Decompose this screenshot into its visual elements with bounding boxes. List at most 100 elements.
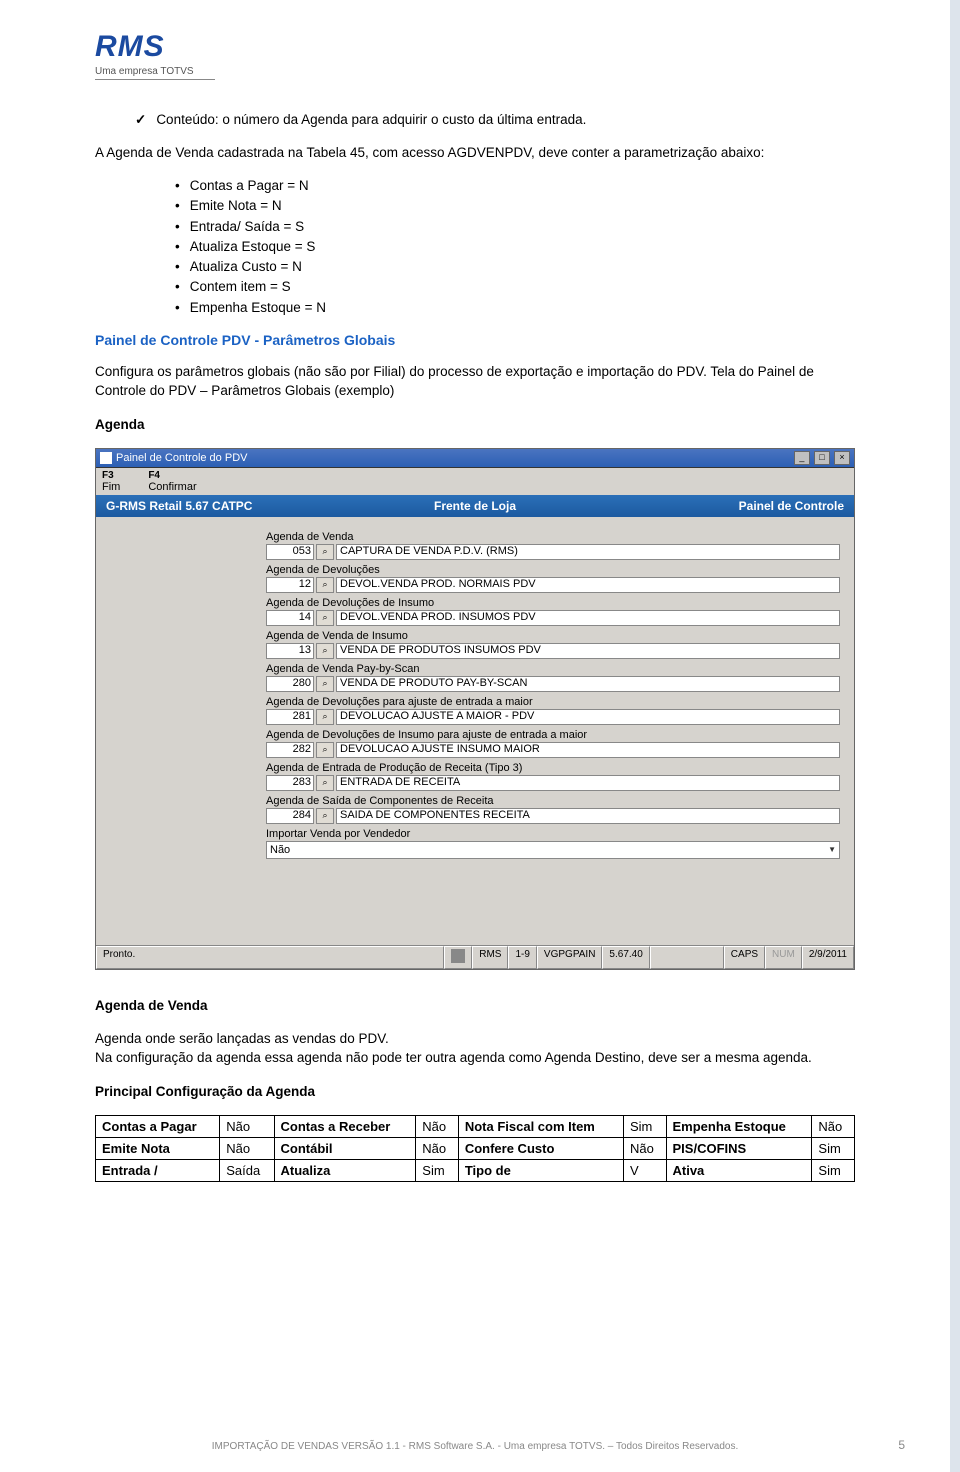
desc-input[interactable]: ENTRADA DE RECEITA <box>336 775 840 791</box>
disk-icon <box>451 949 465 963</box>
param-item: Atualiza Custo = N <box>175 257 855 277</box>
field-row: Agenda de Devoluções 12 ⌕ DEVOL.VENDA PR… <box>266 564 840 593</box>
field-row: Agenda de Saída de Componentes de Receit… <box>266 795 840 824</box>
field-row: Agenda de Devoluções de Insumo para ajus… <box>266 729 840 758</box>
cfg-label: Contábil <box>274 1137 416 1159</box>
cfg-value: Não <box>220 1115 274 1137</box>
cfg-label: Empenha Estoque <box>666 1115 812 1137</box>
code-input[interactable]: 280 <box>266 676 314 692</box>
table-row: Contas a Pagar Não Contas a Receber Não … <box>96 1115 855 1137</box>
table-row: Entrada / Saída Atualiza Sim Tipo de V A… <box>96 1159 855 1181</box>
cfg-value: Sim <box>416 1159 459 1181</box>
status-prog: VGPGPAIN <box>537 946 603 969</box>
para-agenda-venda-2: Na configuração da agenda essa agenda nã… <box>95 1048 855 1068</box>
desc-input[interactable]: SAIDA DE COMPONENTES RECEITA <box>336 808 840 824</box>
paragraph-intro: A Agenda de Venda cadastrada na Tabela 4… <box>95 143 855 163</box>
code-input[interactable]: 12 <box>266 577 314 593</box>
menu-label: Fim <box>102 481 120 493</box>
heading-principal-cfg: Principal Configuração da Agenda <box>95 1082 855 1102</box>
param-list: Contas a Pagar = N Emite Nota = N Entrad… <box>175 176 855 318</box>
code-input[interactable]: 13 <box>266 643 314 659</box>
config-table: Contas a Pagar Não Contas a Receber Não … <box>95 1115 855 1182</box>
lookup-icon[interactable]: ⌕ <box>316 676 334 692</box>
param-item: Atualiza Estoque = S <box>175 237 855 257</box>
heading-agenda-venda: Agenda de Venda <box>95 996 855 1016</box>
code-input[interactable]: 14 <box>266 610 314 626</box>
desc-input[interactable]: CAPTURA DE VENDA P.D.V. (RMS) <box>336 544 840 560</box>
code-input[interactable]: 284 <box>266 808 314 824</box>
param-item: Contem item = S <box>175 277 855 297</box>
field-label: Agenda de Saída de Componentes de Receit… <box>266 795 840 807</box>
code-input[interactable]: 282 <box>266 742 314 758</box>
context-bar: G-RMS Retail 5.67 CATPC Frente de Loja P… <box>96 495 854 517</box>
cfg-value: Não <box>812 1115 855 1137</box>
code-input[interactable]: 053 <box>266 544 314 560</box>
minimize-button[interactable]: _ <box>794 451 810 465</box>
field-row: Agenda de Devoluções para ajuste de entr… <box>266 696 840 725</box>
cfg-label: Confere Custo <box>458 1137 623 1159</box>
context-right: Painel de Controle <box>598 499 844 513</box>
cfg-value: Sim <box>812 1159 855 1181</box>
desc-input[interactable]: DEVOL.VENDA PROD. NORMAIS PDV <box>336 577 840 593</box>
field-label: Agenda de Venda Pay-by-Scan <box>266 663 840 675</box>
cfg-value: Sim <box>623 1115 666 1137</box>
desc-input[interactable]: VENDA DE PRODUTO PAY-BY-SCAN <box>336 676 840 692</box>
cfg-value: Não <box>220 1137 274 1159</box>
param-item: Empenha Estoque = N <box>175 298 855 318</box>
cfg-label: Contas a Pagar <box>96 1115 220 1137</box>
field-row: Agenda de Devoluções de Insumo 14 ⌕ DEVO… <box>266 597 840 626</box>
field-row: Agenda de Venda 053 ⌕ CAPTURA DE VENDA P… <box>266 531 840 560</box>
section-heading-painel: Painel de Controle PDV - Parâmetros Glob… <box>95 332 855 348</box>
lookup-icon[interactable]: ⌕ <box>316 643 334 659</box>
cfg-value: Não <box>416 1115 459 1137</box>
desc-input[interactable]: DEVOL.VENDA PROD. INSUMOS PDV <box>336 610 840 626</box>
cfg-value: Saída <box>220 1159 274 1181</box>
lookup-icon[interactable]: ⌕ <box>316 610 334 626</box>
page-number: 5 <box>898 1438 905 1452</box>
select-value: Não <box>270 844 290 856</box>
param-item: Entrada/ Saída = S <box>175 217 855 237</box>
close-button[interactable]: × <box>834 451 850 465</box>
field-label: Agenda de Venda <box>266 531 840 543</box>
field-label: Agenda de Devoluções de Insumo para ajus… <box>266 729 840 741</box>
table-row: Emite Nota Não Contábil Não Confere Cust… <box>96 1137 855 1159</box>
cfg-label: Emite Nota <box>96 1137 220 1159</box>
code-input[interactable]: 283 <box>266 775 314 791</box>
page-footer: IMPORTAÇÃO DE VENDAS VERSÃO 1.1 - RMS So… <box>0 1441 950 1452</box>
cfg-value: Não <box>623 1137 666 1159</box>
desc-input[interactable]: VENDA DE PRODUTOS INSUMOS PDV <box>336 643 840 659</box>
desc-input[interactable]: DEVOLUCAO AJUSTE A MAIOR - PDV <box>336 709 840 725</box>
select-importar[interactable]: Não <box>266 841 840 859</box>
menu-label: Confirmar <box>148 481 196 493</box>
window-title: Painel de Controle do PDV <box>116 452 247 464</box>
check-list: Conteúdo: o número da Agenda para adquir… <box>135 110 855 130</box>
logo-subtitle: Uma empresa TOTVS <box>95 66 855 77</box>
form-body: Agenda de Venda 053 ⌕ CAPTURA DE VENDA P… <box>96 517 854 945</box>
cfg-label: PIS/COFINS <box>666 1137 812 1159</box>
code-input[interactable]: 281 <box>266 709 314 725</box>
logo-block: RMS Uma empresa TOTVS <box>95 30 855 80</box>
param-item: Contas a Pagar = N <box>175 176 855 196</box>
lookup-icon[interactable]: ⌕ <box>316 742 334 758</box>
field-label: Agenda de Venda de Insumo <box>266 630 840 642</box>
cfg-label: Atualiza <box>274 1159 416 1181</box>
lookup-icon[interactable]: ⌕ <box>316 544 334 560</box>
menu-fim[interactable]: F3 Fim <box>102 470 120 493</box>
field-row: Agenda de Entrada de Produção de Receita… <box>266 762 840 791</box>
status-ver: 5.67.40 <box>602 946 649 969</box>
lookup-icon[interactable]: ⌕ <box>316 775 334 791</box>
status-bar: Pronto. RMS 1-9 VGPGPAIN 5.67.40 CAPS NU… <box>96 945 854 969</box>
window-titlebar: Painel de Controle do PDV _ □ × <box>96 449 854 468</box>
window-buttons: _ □ × <box>793 451 850 465</box>
lookup-icon[interactable]: ⌕ <box>316 709 334 725</box>
maximize-button[interactable]: □ <box>814 451 830 465</box>
field-row: Agenda de Venda Pay-by-Scan 280 ⌕ VENDA … <box>266 663 840 692</box>
context-center: Frente de Loja <box>352 499 598 513</box>
logo-text: RMS <box>95 30 855 64</box>
lookup-icon[interactable]: ⌕ <box>316 577 334 593</box>
cfg-value: V <box>623 1159 666 1181</box>
menu-confirmar[interactable]: F4 Confirmar <box>148 470 196 493</box>
lookup-icon[interactable]: ⌕ <box>316 808 334 824</box>
desc-input[interactable]: DEVOLUCAO AJUSTE INSUMO MAIOR <box>336 742 840 758</box>
cfg-label: Nota Fiscal com Item <box>458 1115 623 1137</box>
